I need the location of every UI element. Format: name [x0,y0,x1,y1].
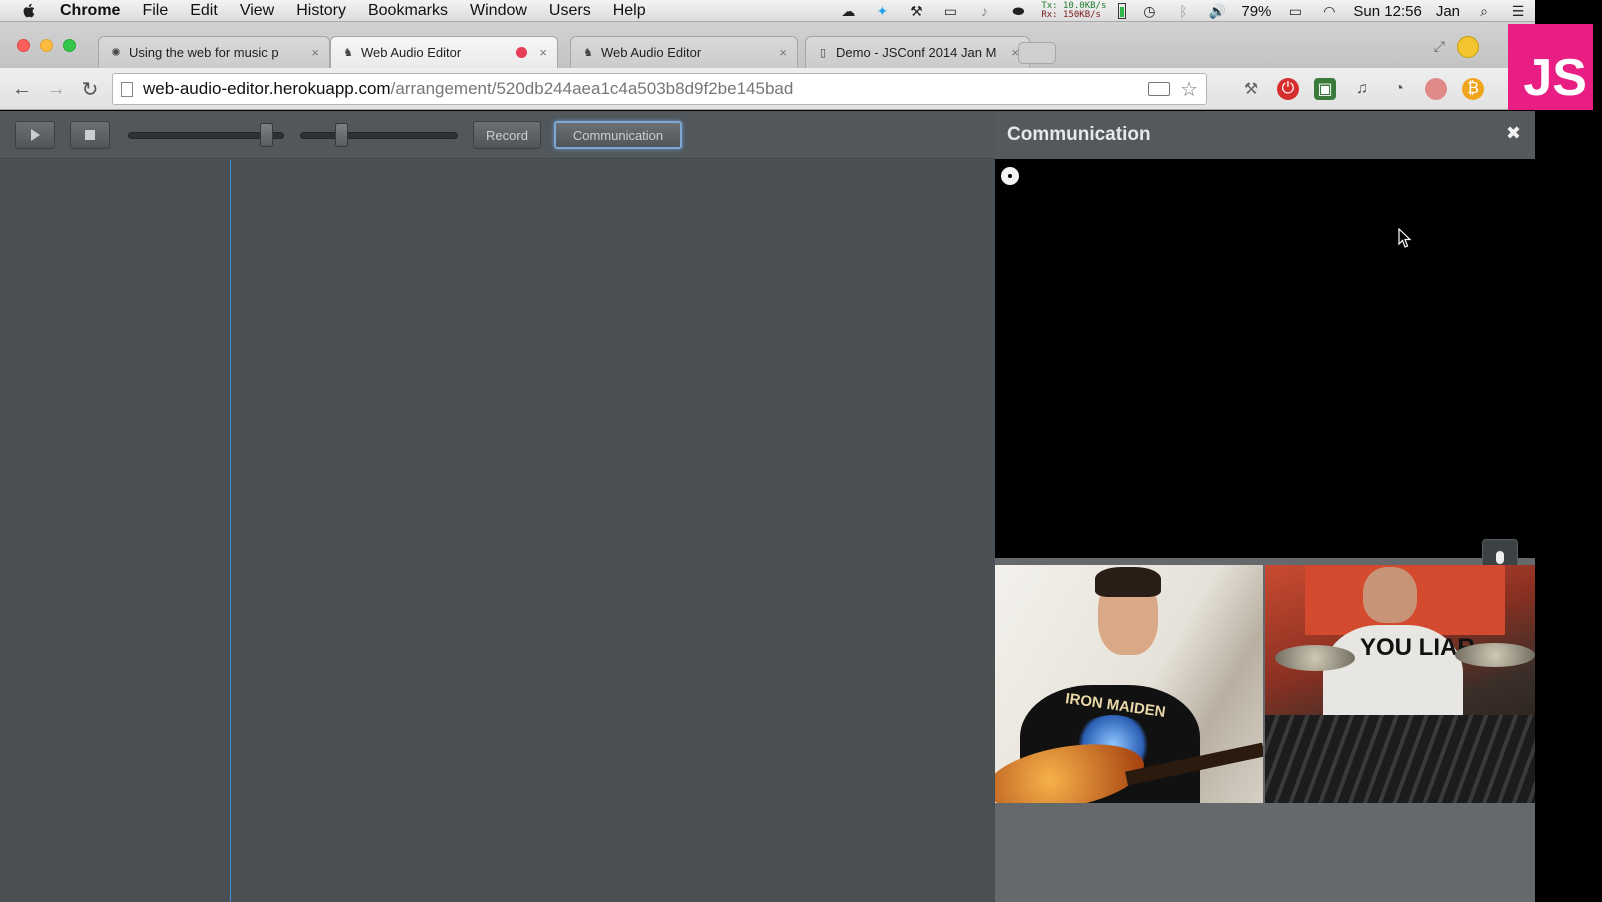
battery-percent[interactable]: 79% [1241,3,1271,20]
profile-avatar[interactable] [1457,36,1479,58]
close-tab-icon[interactable]: × [779,45,787,60]
battery-icon[interactable]: ▭ [1285,3,1305,19]
zoom-handle[interactable] [334,123,348,147]
music-extension-icon[interactable]: ♫ [1351,78,1373,100]
camera-access-icon[interactable] [1148,82,1170,96]
editor-toolbar: Record Communication [0,111,995,159]
url-path: /arrangement/520db244aea1c4a503b8d9f2be1… [390,79,794,98]
tab-demo-jsconf[interactable]: ▯ Demo - JSConf 2014 Jan M × [805,36,1030,68]
tab-title: Web Audio Editor [361,45,462,60]
menu-window[interactable]: Window [470,2,527,20]
cube-extension-icon[interactable]: ▣ [1314,78,1336,100]
remote-video-stream [995,159,1535,575]
participant-hair [1095,567,1161,597]
close-icon[interactable]: ✖ [1506,123,1521,144]
participant-head [1363,567,1417,623]
battery-monitor-icon[interactable] [1118,3,1127,19]
notification-bell-icon[interactable]: ♪ [974,3,994,19]
bookmark-star-icon[interactable]: ☆ [1180,77,1198,102]
chrome-tab-strip: ✺ Using the web for music p × ♞ Web Audi… [0,22,1535,68]
screen-icon[interactable]: ▭ [940,3,960,19]
menu-view[interactable]: View [240,2,274,20]
tab-title: Demo - JSConf 2014 Jan M [836,45,997,60]
close-window-button[interactable] [17,39,30,52]
zoom-window-button[interactable] [63,39,76,52]
play-button[interactable] [15,121,55,149]
bitcoin-extension-icon[interactable]: ₿ [1462,78,1484,100]
volume-icon[interactable]: 🔊 [1207,3,1227,19]
bluetooth-icon[interactable]: ᛒ [1173,3,1193,19]
communication-panel-header: Communication ✖ [995,111,1535,159]
stop-button[interactable] [70,121,110,149]
wifi-icon[interactable]: ◠ [1319,3,1339,19]
forward-arrow-icon[interactable]: → [44,77,68,101]
communication-panel-title: Communication [1007,124,1151,145]
notification-center-icon[interactable]: ☰ [1508,3,1528,19]
menu-edit[interactable]: Edit [190,2,218,20]
menu-app-name[interactable]: Chrome [60,2,120,20]
menu-file[interactable]: File [142,2,168,20]
participant-video-drummer: YOU LIAR [1265,565,1535,803]
recording-indicator-icon [516,47,528,58]
menu-bookmarks[interactable]: Bookmarks [368,2,448,20]
jsconf-logo: JS [1508,24,1593,110]
drive-icon[interactable]: ⬬ [1008,3,1028,19]
time-machine-icon[interactable]: ◷ [1139,3,1159,19]
network-stats: Tx: 10.0KB/s Rx: 150KB/s [1041,2,1106,20]
microphone-icon [1496,550,1504,569]
loading-icon: ✺ [111,47,121,59]
network-rx: Rx: 150KB/s [1041,10,1101,20]
participant-video-guitarist: IRON MAIDEN [995,565,1263,803]
tab-web-audio-editor-active[interactable]: ♞ Web Audio Editor × [330,36,558,68]
menu-users[interactable]: Users [549,2,591,20]
communication-panel: Communication ✖ IRON MAIDEN YOU LIAR [995,111,1535,902]
adblock-extension-icon[interactable]: ⏻ [1277,78,1299,100]
arrangement-timeline[interactable] [0,160,995,902]
video-status-icon [1001,167,1019,185]
close-tab-icon[interactable]: × [539,45,547,60]
cloud-icon[interactable]: ☁ [838,3,858,19]
apple-icon[interactable] [20,2,38,20]
reload-icon[interactable]: ↻ [78,77,102,101]
cymbal [1455,643,1535,667]
back-arrow-icon[interactable]: ← [10,77,34,101]
menu-user[interactable]: Jan [1436,3,1460,20]
wrench-icon[interactable]: ⚒ [906,3,926,19]
twitter-icon[interactable]: ✦ [872,3,892,19]
wrench-extension-icon[interactable]: ⚒ [1240,78,1262,100]
tab-using-the-web[interactable]: ✺ Using the web for music p × [98,36,330,68]
page-icon [121,81,133,97]
tab-title: Using the web for music p [129,45,279,60]
menu-extras: ☁ ✦ ⚒ ▭ ♪ ⬬ Tx: 10.0KB/s Rx: 150KB/s ◷ ᛒ… [831,0,1535,22]
chrome-toolbar: ← → ↻ web-audio-editor.herokuapp.com /ar… [0,68,1535,110]
mouse-cursor-icon [1398,228,1412,248]
tab-title: Web Audio Editor [601,45,702,60]
playhead-marker[interactable] [230,160,231,902]
menu-help[interactable]: Help [613,2,646,20]
document-icon: ▯ [819,47,827,59]
spotlight-search-icon[interactable]: ⌕ [1474,3,1494,19]
cymbal [1275,645,1355,671]
app-icon: ♞ [343,47,353,59]
url-host: web-audio-editor.herokuapp.com [143,79,391,98]
fullscreen-icon[interactable]: ⤢ [1434,38,1445,55]
zoom-slider[interactable] [300,132,458,139]
address-bar[interactable]: web-audio-editor.herokuapp.com /arrangem… [112,73,1207,105]
new-tab-button[interactable] [1018,42,1056,64]
menu-history[interactable]: History [296,2,346,20]
app-icon: ♞ [583,47,593,59]
record-button[interactable]: Record [473,121,541,149]
tab-web-audio-editor[interactable]: ♞ Web Audio Editor × [570,36,798,68]
minimize-window-button[interactable] [40,39,53,52]
pink-extension-icon[interactable] [1425,78,1447,100]
communication-button[interactable]: Communication [554,121,682,149]
master-volume-handle[interactable] [259,123,273,147]
menu-clock[interactable]: Sun 12:56 [1353,3,1421,20]
clock-extension-icon[interactable]: ◔ [1388,78,1410,100]
drum-kit [1265,715,1535,803]
web-audio-editor: Record Communication Communication ✖ IRO… [0,111,1535,902]
close-tab-icon[interactable]: × [311,45,319,60]
macos-menu-bar: Chrome File Edit View History Bookmarks … [0,0,1535,22]
